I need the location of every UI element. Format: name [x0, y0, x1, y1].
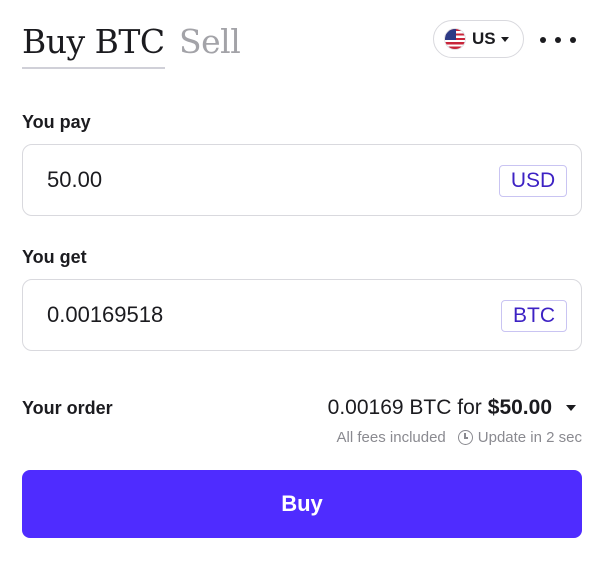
clock-icon [457, 430, 473, 445]
get-amount-input[interactable] [47, 302, 427, 328]
you-get-label: You get [22, 247, 87, 267]
more-dot-icon [540, 37, 546, 43]
buy-button[interactable]: Buy [22, 470, 582, 538]
pay-currency-selector[interactable]: USD [499, 165, 567, 197]
chevron-down-icon [500, 36, 509, 42]
country-code: US [472, 29, 496, 48]
order-price: $50.00 [487, 396, 552, 419]
fees-info: All fees included Update in 2 sec [337, 429, 582, 446]
get-amount-field: BTC [22, 279, 582, 351]
your-order-label: Your order [22, 398, 113, 418]
order-amount: 0.00169 BTC for [327, 396, 482, 419]
more-dot-icon [555, 37, 561, 43]
tab-buy-btc[interactable]: Buy BTC [22, 22, 165, 69]
get-currency-selector[interactable]: BTC [501, 300, 567, 332]
order-summary-toggle[interactable]: 0.00169 BTC for $50.00 [328, 396, 576, 420]
pay-amount-input[interactable] [47, 167, 427, 193]
tab-sell[interactable]: Sell [179, 22, 241, 61]
update-note: Update in 2 sec [477, 429, 582, 446]
chevron-down-icon [566, 405, 576, 411]
you-pay-label: You pay [22, 112, 91, 132]
pay-amount-field: USD [22, 144, 582, 216]
country-selector[interactable]: US [433, 20, 524, 58]
fees-note: All fees included [336, 429, 446, 446]
buy-widget: Buy BTC Sell US You pay USD You get BTC … [0, 0, 600, 566]
us-flag-icon [444, 28, 466, 50]
more-menu-button[interactable] [540, 37, 576, 43]
more-dot-icon [570, 37, 576, 43]
